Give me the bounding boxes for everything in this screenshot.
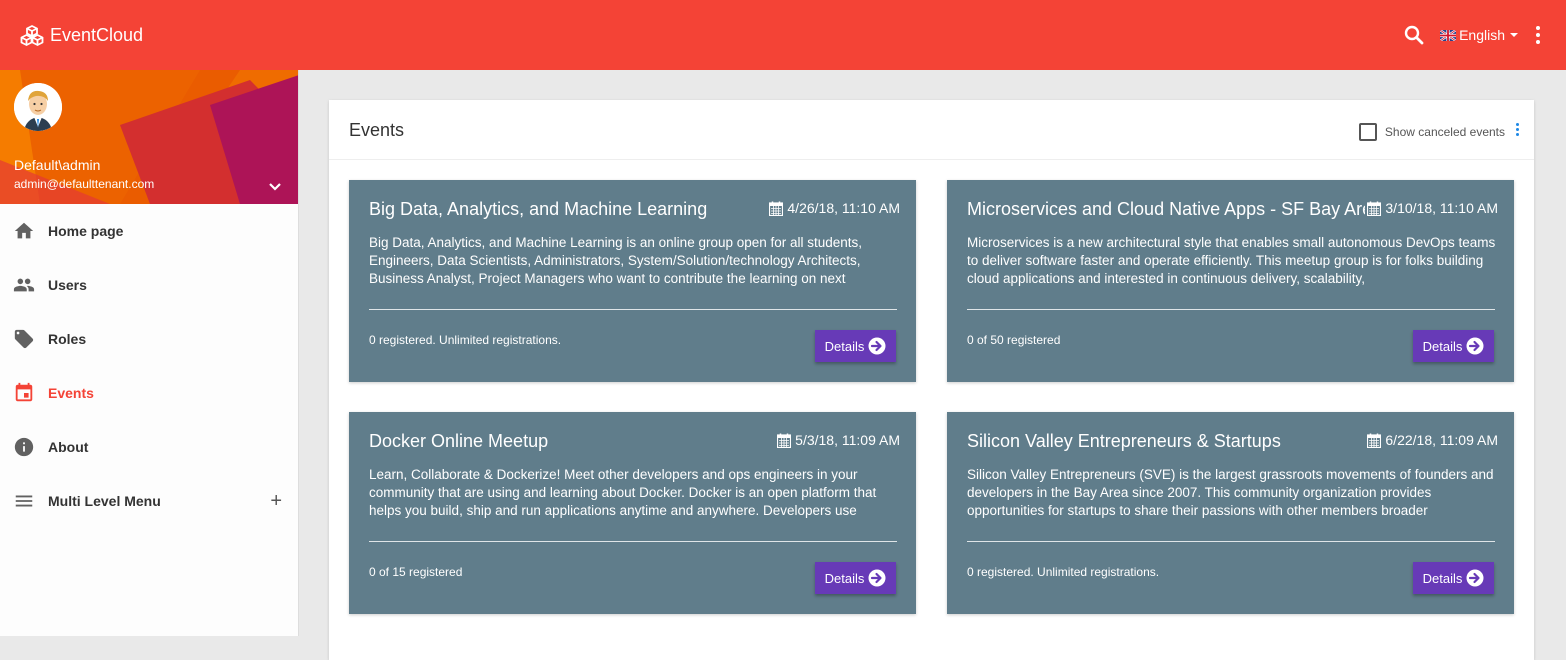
search-icon[interactable] [1402,23,1426,47]
show-canceled-label: Show canceled events [1384,125,1505,139]
sidebar-menu: Home page Users Roles Events About Multi… [0,204,298,528]
event-date-text: 4/26/18, 11:10 AM [787,200,900,216]
sidebar-item-label: Users [48,277,87,293]
uk-flag-icon [1440,29,1457,41]
event-date: 6/22/18, 11:09 AM [1365,432,1498,448]
event-registration-status: 0 of 50 registered [967,333,1061,347]
event-title: Silicon Valley Entrepreneurs & Startups [967,431,1281,451]
info-icon [14,437,34,457]
app-title: EventCloud [50,24,144,45]
user-name: Default\admin [14,157,101,173]
event-card: Silicon Valley Entrepreneurs & Startups … [947,412,1514,614]
avatar[interactable] [14,83,62,131]
brand[interactable]: EventCloud [20,24,143,46]
sidebar-item-label: About [48,439,89,455]
sidebar-item-label: Home page [48,223,124,239]
event-card: Docker Online Meetup 5/3/18, 11:09 AM Le… [349,412,916,614]
sidebar-item-label: Events [48,385,94,401]
calendar-icon [1367,201,1382,216]
more-vert-icon[interactable] [1516,123,1520,136]
event-date-text: 5/3/18, 11:09 AM [795,432,900,448]
expand-plus-icon[interactable]: + [270,490,282,513]
arrow-circle-right-icon [868,569,886,587]
language-label: English [1459,27,1505,43]
sidebar-item-about[interactable]: About [0,420,298,474]
tag-icon [14,329,34,349]
sidebar-item-label: Multi Level Menu [48,493,161,509]
sidebar-item-roles[interactable]: Roles [0,312,298,366]
details-button-label: Details [824,570,865,586]
event-registration-status: 0 registered. Unlimited registrations. [967,565,1160,579]
details-button[interactable]: Details [1413,562,1494,594]
event-date: 3/10/18, 11:10 AM [1365,200,1498,216]
event-description: Microservices is a new architectural sty… [967,235,1496,286]
user-info-panel: Default\admin admin@defaulttenant.com [0,70,298,204]
sidebar: Default\admin admin@defaulttenant.com Ho… [0,70,299,636]
details-button[interactable]: Details [1413,330,1494,362]
divider [967,541,1495,542]
event-date: 4/26/18, 11:10 AM [767,200,900,216]
user-email: admin@defaulttenant.com [14,177,155,191]
event-date-text: 3/10/18, 11:10 AM [1385,200,1498,216]
chevron-down-icon[interactable] [266,178,284,196]
event-date: 5/3/18, 11:09 AM [775,432,900,448]
sidebar-item-multi-level-menu[interactable]: Multi Level Menu + [0,474,298,528]
event-description: Big Data, Analytics, and Machine Learnin… [369,235,863,286]
calendar-icon [769,201,784,216]
cubes-icon [20,25,44,46]
divider [369,541,897,542]
events-card: Events Show canceled events Big Data, An… [329,100,1534,660]
event-card: Microservices and Cloud Native Apps - SF… [947,180,1514,382]
home-icon [14,222,34,239]
checkbox-box[interactable] [1358,123,1377,141]
details-button-label: Details [1422,570,1463,586]
arrow-circle-right-icon [868,337,886,355]
card-header: Events Show canceled events [329,100,1534,160]
event-description: Silicon Valley Entrepreneurs (SVE) is th… [967,467,1494,518]
details-button-label: Details [824,338,865,354]
avatar-image [14,83,62,131]
event-description: Learn, Collaborate & Dockerize! Meet oth… [369,467,877,518]
event-title: Docker Online Meetup [369,431,549,451]
top-navbar: EventCloud English [0,0,1566,70]
calendar-icon [1367,433,1382,448]
divider [369,309,897,310]
event-date-text: 6/22/18, 11:09 AM [1385,432,1498,448]
more-vert-icon[interactable] [1534,23,1542,47]
event-title: Big Data, Analytics, and Machine Learnin… [369,199,708,219]
details-button-label: Details [1422,338,1463,354]
details-button[interactable]: Details [815,562,896,594]
divider [967,309,1495,310]
language-selector[interactable]: English [1440,27,1518,43]
sidebar-item-users[interactable]: Users [0,258,298,312]
event-card: Big Data, Analytics, and Machine Learnin… [349,180,916,382]
caret-down-icon [1510,33,1518,37]
arrow-circle-right-icon [1466,569,1484,587]
people-icon [13,278,35,292]
sidebar-item-label: Roles [48,331,87,347]
page-title: Events [349,120,405,140]
sidebar-item-home[interactable]: Home page [0,204,298,258]
arrow-circle-right-icon [1466,337,1484,355]
show-canceled-checkbox[interactable]: Show canceled events [1358,123,1505,141]
sidebar-item-events[interactable]: Events [0,366,298,420]
event-registration-status: 0 registered. Unlimited registrations. [369,333,562,347]
event-title: Microservices and Cloud Native Apps - SF… [967,199,1379,219]
calendar-icon [15,382,33,402]
details-button[interactable]: Details [815,330,896,362]
calendar-icon [777,433,792,448]
menu-icon [15,495,33,507]
event-registration-status: 0 of 15 registered [369,565,463,579]
